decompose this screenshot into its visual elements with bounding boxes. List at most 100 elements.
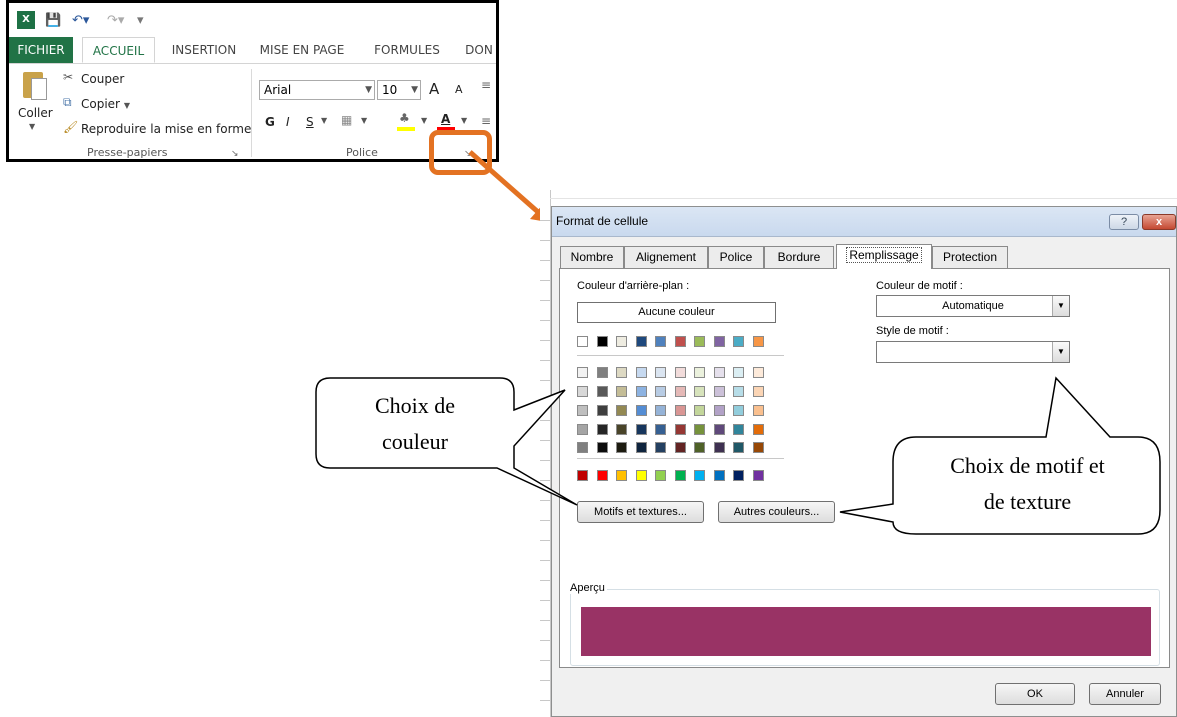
shade-color-swatch[interactable] (655, 442, 666, 453)
shade-color-swatch[interactable] (635, 405, 647, 416)
shade-color-swatch[interactable] (713, 405, 725, 416)
tab-police[interactable]: Police (708, 246, 764, 268)
theme-color-swatch[interactable] (733, 336, 744, 347)
theme-color-swatch[interactable] (635, 336, 647, 347)
theme-color-swatch[interactable] (655, 336, 666, 347)
shade-color-swatch[interactable] (674, 405, 686, 416)
shade-color-swatch[interactable] (635, 386, 647, 397)
shade-color-swatch[interactable] (713, 442, 725, 453)
shade-color-swatch[interactable] (713, 367, 725, 378)
theme-color-swatch[interactable] (596, 336, 608, 347)
shade-color-swatch[interactable] (694, 405, 705, 416)
theme-color-swatch[interactable] (694, 336, 705, 347)
shade-color-swatch[interactable] (577, 386, 588, 397)
close-button[interactable]: x (1142, 214, 1176, 230)
format-painter-button[interactable]: Reproduire la mise en forme (81, 122, 251, 136)
help-button[interactable]: ? (1109, 214, 1139, 230)
shade-color-swatch[interactable] (596, 367, 608, 378)
standard-color-swatch[interactable] (713, 470, 725, 481)
shade-color-swatch[interactable] (596, 424, 608, 435)
shade-color-swatch[interactable] (635, 442, 647, 453)
shade-color-swatch[interactable] (616, 367, 627, 378)
shade-color-swatch[interactable] (733, 442, 744, 453)
standard-color-swatch[interactable] (733, 470, 744, 481)
fill-color-button[interactable]: ♣ (397, 111, 417, 133)
shade-color-swatch[interactable] (713, 424, 725, 435)
tab-accueil[interactable]: ACCUEIL (82, 37, 155, 63)
shade-color-swatch[interactable] (655, 367, 666, 378)
pattern-style-dropdown[interactable]: ▼ (876, 341, 1070, 363)
shade-color-swatch[interactable] (752, 367, 764, 378)
shade-color-swatch[interactable] (577, 424, 588, 435)
standard-color-swatch[interactable] (655, 470, 666, 481)
shade-color-swatch[interactable] (577, 442, 588, 453)
shade-color-swatch[interactable] (616, 405, 627, 416)
shade-color-swatch[interactable] (674, 442, 686, 453)
underline-button[interactable]: S (306, 115, 314, 129)
shade-color-swatch[interactable] (674, 386, 686, 397)
standard-color-swatch[interactable] (694, 470, 705, 481)
tab-alignement[interactable]: Alignement (624, 246, 708, 268)
tab-mise-en-page[interactable]: MISE EN PAGE (257, 37, 347, 63)
tab-fichier[interactable]: FICHIER (9, 37, 73, 63)
shade-color-swatch[interactable] (694, 367, 705, 378)
shade-color-swatch[interactable] (694, 386, 705, 397)
tab-formules[interactable]: FORMULES (367, 37, 447, 63)
pattern-color-dropdown[interactable]: Automatique ▼ (876, 295, 1070, 317)
shade-color-swatch[interactable] (655, 386, 666, 397)
standard-color-swatch[interactable] (616, 470, 627, 481)
tab-protection[interactable]: Protection (932, 246, 1008, 268)
no-color-button[interactable]: Aucune couleur (577, 302, 776, 323)
shade-color-swatch[interactable] (596, 405, 608, 416)
customize-icon[interactable]: ▾ (137, 13, 144, 28)
bold-button[interactable]: G (265, 115, 275, 129)
shade-color-swatch[interactable] (616, 442, 627, 453)
shade-color-swatch[interactable] (752, 442, 764, 453)
shade-color-swatch[interactable] (596, 442, 608, 453)
shade-color-swatch[interactable] (694, 442, 705, 453)
shade-color-swatch[interactable] (655, 424, 666, 435)
tab-remplissage[interactable]: Remplissage (836, 244, 932, 269)
shade-color-swatch[interactable] (674, 367, 686, 378)
theme-color-swatch[interactable] (616, 336, 627, 347)
shrink-font-button[interactable]: A (455, 83, 463, 96)
borders-icon[interactable]: ▦ (341, 113, 352, 127)
standard-color-swatch[interactable] (674, 470, 686, 481)
align-icon[interactable]: ≡ (481, 78, 491, 92)
save-icon[interactable]: 💾 (45, 13, 61, 28)
standard-color-swatch[interactable] (596, 470, 608, 481)
clipboard-launcher-icon[interactable]: ↘ (231, 149, 239, 159)
standard-color-swatch[interactable] (752, 470, 764, 481)
copy-button[interactable]: Copier ▼ (81, 97, 130, 111)
font-size-combo[interactable]: 10 ▼ (377, 80, 421, 100)
theme-color-swatch[interactable] (713, 336, 725, 347)
shade-color-swatch[interactable] (733, 424, 744, 435)
shade-color-swatch[interactable] (577, 405, 588, 416)
shade-color-swatch[interactable] (596, 386, 608, 397)
tab-nombre[interactable]: Nombre (560, 246, 624, 268)
tab-donnees[interactable]: DON (459, 37, 496, 63)
ok-button[interactable]: OK (995, 683, 1075, 705)
tab-bordure[interactable]: Bordure (764, 246, 834, 268)
shade-color-swatch[interactable] (752, 386, 764, 397)
shade-color-swatch[interactable] (694, 424, 705, 435)
paste-button[interactable]: Coller ▼ (15, 70, 55, 140)
shade-color-swatch[interactable] (674, 424, 686, 435)
grow-font-button[interactable]: A (429, 80, 439, 98)
standard-color-swatch[interactable] (635, 470, 647, 481)
undo-icon[interactable]: ↶▾ (72, 13, 89, 28)
shade-color-swatch[interactable] (655, 405, 666, 416)
shade-color-swatch[interactable] (635, 367, 647, 378)
patterns-textures-button[interactable]: Motifs et textures... (577, 501, 704, 523)
shade-color-swatch[interactable] (635, 424, 647, 435)
shade-color-swatch[interactable] (713, 386, 725, 397)
shade-color-swatch[interactable] (733, 386, 744, 397)
shade-color-swatch[interactable] (733, 405, 744, 416)
shade-color-swatch[interactable] (616, 424, 627, 435)
cut-button[interactable]: Couper (81, 72, 124, 86)
italic-button[interactable]: I (286, 115, 290, 129)
dialog-titlebar[interactable]: Format de cellule ? x (552, 207, 1176, 237)
theme-color-swatch[interactable] (752, 336, 764, 347)
redo-icon[interactable]: ↷▾ (107, 13, 124, 28)
theme-color-swatch[interactable] (577, 336, 588, 347)
